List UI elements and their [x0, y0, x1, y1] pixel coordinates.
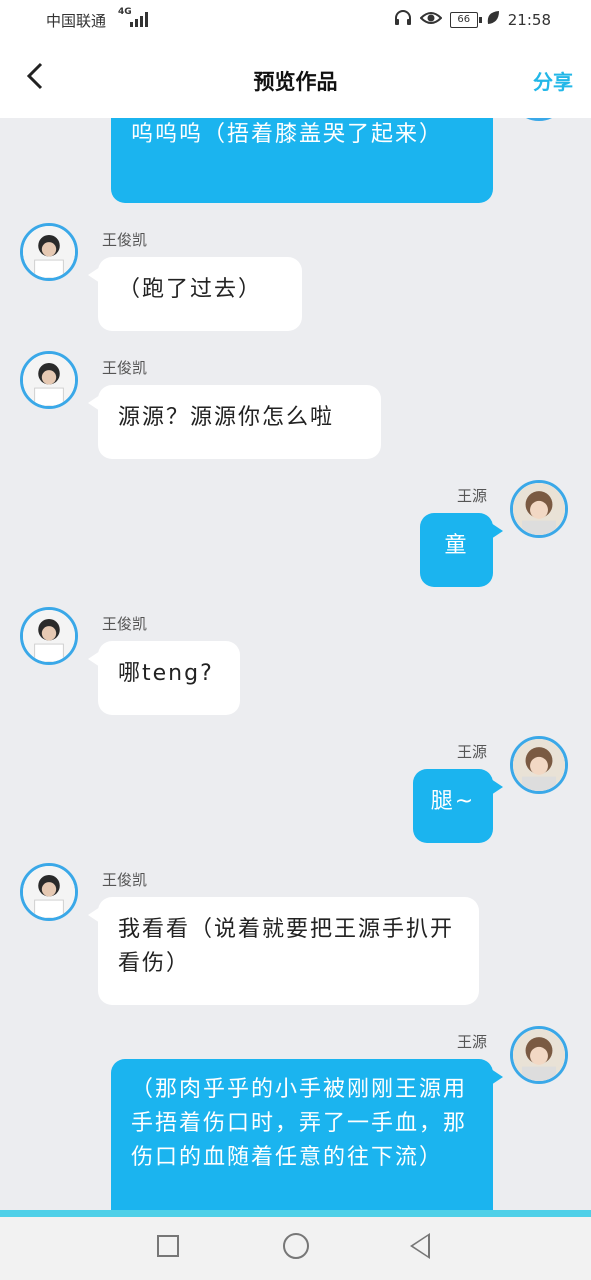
carrier-label: 中国联通 — [46, 12, 107, 30]
message-bubble: （跑了过去） — [88, 257, 302, 331]
message-bubble: 腿~ — [413, 769, 503, 843]
avatar-wangjunkai[interactable] — [20, 223, 78, 281]
message-bubble: 童 — [420, 513, 503, 587]
recent-apps-icon[interactable] — [157, 1235, 179, 1257]
sender-name: 王源 — [457, 1033, 488, 1051]
sender-name: 王俊凯 — [102, 615, 148, 633]
message-text: 童 — [444, 533, 469, 558]
headset-icon — [394, 10, 412, 30]
bottom-accent-line — [0, 1210, 591, 1217]
back-icon[interactable] — [410, 1233, 430, 1259]
avatar-wangjunkai[interactable] — [20, 863, 78, 921]
message-bubble: 哪teng? — [88, 641, 240, 715]
avatar-wangjunkai[interactable] — [20, 607, 78, 665]
sender-name: 王俊凯 — [102, 871, 148, 889]
avatar-wangyuan[interactable] — [510, 1026, 568, 1084]
message-bubble: 呜呜呜（捂着膝盖哭了起来） — [111, 118, 493, 203]
signal-icon — [130, 11, 150, 27]
message-text: 我看看（说着就要把王源手扒开看伤） — [118, 917, 455, 976]
system-nav-bar — [0, 1217, 591, 1280]
share-button[interactable]: 分享 — [533, 66, 573, 95]
clock: 21:58 — [507, 11, 551, 29]
message-bubble: 我看看（说着就要把王源手扒开看伤） — [88, 897, 479, 1005]
message-text: 腿~ — [430, 789, 476, 814]
eye-icon — [419, 10, 443, 30]
avatar-wangyuan[interactable] — [510, 480, 568, 538]
avatar-wangyuan[interactable] — [510, 736, 568, 794]
chat-area[interactable]: 呜呜呜（捂着膝盖哭了起来） 王俊凯 （跑了过去） 王俊凯 源源？源源你怎么啦 王… — [0, 118, 591, 1210]
sender-name: 王源 — [457, 743, 488, 761]
home-icon[interactable] — [283, 1233, 309, 1259]
message-text: 哪teng? — [118, 661, 214, 686]
sender-name: 王俊凯 — [102, 359, 148, 377]
sender-name: 王俊凯 — [102, 231, 148, 249]
leaf-icon — [486, 10, 500, 30]
avatar-wangyuan[interactable] — [510, 118, 568, 121]
battery-indicator: 66 — [449, 12, 482, 28]
sender-name: 王源 — [457, 487, 488, 505]
status-bar: 中国联通 4G 66 21:58 — [0, 0, 591, 40]
message-text: （那肉乎乎的小手被刚刚王源用手捂着伤口时，弄了一手血，那伤口的血随着任意的往下流… — [131, 1077, 468, 1170]
message-bubble: 源源？源源你怎么啦 — [88, 385, 381, 459]
message-text: 呜呜呜（捂着膝盖哭了起来） — [131, 122, 444, 147]
page-title: 预览作品 — [253, 70, 338, 94]
message-bubble: （那肉乎乎的小手被刚刚王源用手捂着伤口时，弄了一手血，那伤口的血随着任意的往下流… — [111, 1059, 503, 1210]
header-bar: 预览作品 分享 — [0, 40, 591, 118]
message-text: 源源？源源你怎么啦 — [118, 405, 335, 430]
avatar-wangjunkai[interactable] — [20, 351, 78, 409]
message-text: （跑了过去） — [118, 277, 263, 302]
